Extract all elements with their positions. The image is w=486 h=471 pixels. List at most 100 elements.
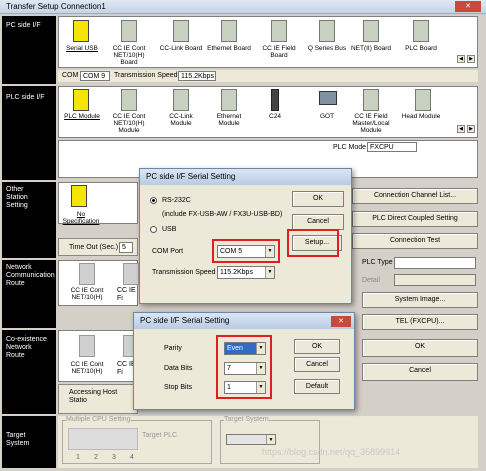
got-icon[interactable] bbox=[319, 91, 337, 105]
com-label: COM bbox=[62, 72, 79, 79]
other-station-label-panel: Other Station Setting bbox=[2, 182, 56, 258]
network-route-label: Network Communication Route bbox=[6, 264, 55, 287]
scroll-left-icon[interactable]: ◀ bbox=[457, 125, 465, 133]
cc-ie-cont-coexist-icon[interactable] bbox=[79, 335, 95, 357]
cpu-4[interactable]: 4 bbox=[130, 454, 134, 462]
pc-item-plc-board[interactable]: PLC Board bbox=[399, 45, 443, 52]
stop-bits-label: Stop Bits bbox=[164, 384, 193, 391]
c24-icon[interactable] bbox=[271, 89, 279, 111]
pc-item-cc-ie-field[interactable]: CC IE Field Board bbox=[257, 45, 301, 59]
accessing-host-text: Accessing Host Statio bbox=[69, 389, 118, 404]
plc-item-plc-module[interactable]: PLC Module bbox=[60, 113, 104, 120]
pc-item-cc-ie-cont[interactable]: CC IE Cont NET/10(H) Board bbox=[107, 45, 151, 66]
multiple-cpu-label: Multiple CPU Setting bbox=[66, 416, 131, 424]
cc-ie-field-module-icon[interactable] bbox=[363, 89, 379, 111]
timeout-input[interactable]: 5 bbox=[119, 242, 133, 253]
speed-value: 115.2Kbps bbox=[178, 71, 216, 81]
coexist-route-item-1[interactable]: CC IE Cont NET/10(H) bbox=[65, 361, 109, 375]
dialog2-ok-button[interactable]: OK bbox=[294, 339, 340, 354]
system-image-button[interactable]: System Image... bbox=[362, 292, 478, 308]
cpu-1[interactable]: 1 bbox=[76, 454, 80, 462]
cc-ie-cont-module-icon[interactable] bbox=[121, 89, 137, 111]
timeout-label: Time Out (Sec.) bbox=[69, 244, 119, 251]
plc-side-label: PLC side I/F bbox=[6, 94, 45, 101]
target-system-dropdown[interactable]: ▼ bbox=[226, 434, 276, 445]
dialog2-close-icon[interactable]: ✕ bbox=[331, 316, 351, 327]
ethernet-board-icon[interactable] bbox=[221, 20, 237, 42]
pc-side-label-panel: PC side I/F bbox=[2, 16, 56, 84]
window-title: Transfer Setup Connection1 bbox=[6, 2, 106, 11]
ethernet-module-icon[interactable] bbox=[221, 89, 237, 111]
cpu-selector[interactable] bbox=[68, 428, 138, 450]
usb-radio[interactable] bbox=[150, 226, 157, 233]
cc-link-module-icon[interactable] bbox=[173, 89, 189, 111]
serial-setting-dialog-2: PC side I/F Serial Setting ✕ Parity Even… bbox=[133, 312, 355, 410]
pc-side-panel: Serial USB CC IE Cont NET/10(H) Board CC… bbox=[58, 16, 478, 68]
plc-item-head-module[interactable]: Head Module bbox=[399, 113, 443, 120]
scroll-left-icon[interactable]: ◀ bbox=[457, 55, 465, 63]
speed-dropdown[interactable]: 115.2Kbps ▼ bbox=[217, 266, 275, 279]
network-route-item-1[interactable]: CC IE Cont NET/10(H) bbox=[65, 287, 109, 301]
plc-item-c24[interactable]: C24 bbox=[253, 113, 297, 120]
pc-item-serial-usb[interactable]: Serial USB bbox=[60, 45, 104, 52]
cc-link-board-icon[interactable] bbox=[173, 20, 189, 42]
plc-item-ethernet[interactable]: Ethernet Module bbox=[207, 113, 251, 127]
plc-direct-coupled-button[interactable]: PLC Direct Coupled Setting bbox=[352, 211, 478, 227]
cc-ie-field-board-icon[interactable] bbox=[271, 20, 287, 42]
plc-mode-value: FXCPU bbox=[367, 142, 417, 152]
tel-fxcpu-button[interactable]: TEL (FXCPU)... bbox=[362, 314, 478, 330]
cpu-2[interactable]: 2 bbox=[94, 454, 98, 462]
usb-label: USB bbox=[162, 226, 177, 233]
other-station-label: Other Station Setting bbox=[6, 186, 28, 209]
plc-side-panel: PLC Module CC IE Cont NET/10(H) Module C… bbox=[58, 86, 478, 138]
dialog1-title: PC side I/F Serial Setting bbox=[140, 169, 351, 185]
network-route-panel: CC IE Cont NET/10(H) CC IE Fi bbox=[58, 260, 139, 306]
coexist-route-panel: CC IE Cont NET/10(H) CC IE Fi bbox=[58, 330, 139, 382]
head-module-icon[interactable] bbox=[415, 89, 431, 111]
rs232c-radio[interactable] bbox=[150, 197, 157, 204]
plc-item-cc-ie-cont[interactable]: CC IE Cont NET/10(H) Module bbox=[107, 113, 151, 134]
serial-params-highlight bbox=[216, 335, 272, 399]
dialog2-cancel-button[interactable]: Cancel bbox=[294, 357, 340, 372]
plc-mode-label: PLC Mode bbox=[333, 144, 367, 151]
plc-item-got[interactable]: GOT bbox=[305, 113, 349, 120]
dialog1-ok-button[interactable]: OK bbox=[292, 191, 344, 207]
cpu-3[interactable]: 3 bbox=[112, 454, 116, 462]
no-specification-item[interactable]: No Specification bbox=[59, 211, 103, 225]
accessing-row: Accessing Host Statio bbox=[58, 384, 138, 414]
pc-item-net-ii[interactable]: NET(II) Board bbox=[349, 45, 393, 52]
dialog2-default-button[interactable]: Default bbox=[294, 379, 340, 394]
plc-item-cc-link[interactable]: CC-Link Module bbox=[159, 113, 203, 127]
plc-board-icon[interactable] bbox=[413, 20, 429, 42]
scroll-right-icon[interactable]: ▶ bbox=[467, 125, 475, 133]
main-cancel-button[interactable]: Cancel bbox=[362, 363, 478, 381]
pc-item-cc-link[interactable]: CC-Link Board bbox=[159, 45, 203, 52]
plc-module-icon[interactable] bbox=[73, 89, 89, 111]
cc-ie-field-route-icon[interactable] bbox=[123, 263, 139, 285]
scroll-right-icon[interactable]: ▶ bbox=[467, 55, 475, 63]
serial-usb-icon[interactable] bbox=[73, 20, 89, 42]
network-route-label-panel: Network Communication Route bbox=[2, 260, 56, 328]
pc-item-ethernet[interactable]: Ethernet Board bbox=[207, 45, 251, 52]
target-system-label-panel: Target System bbox=[2, 416, 56, 468]
no-spec-icon[interactable] bbox=[71, 185, 87, 207]
plc-item-cc-ie-field[interactable]: CC IE Field Master/Local Module bbox=[349, 113, 393, 134]
dialog1-cancel-button[interactable]: Cancel bbox=[292, 214, 344, 230]
window-close-button[interactable]: ✕ bbox=[455, 1, 481, 12]
rs232c-label: RS-232C bbox=[162, 197, 191, 204]
net-ii-board-icon[interactable] bbox=[363, 20, 379, 42]
main-ok-button[interactable]: OK bbox=[362, 339, 478, 357]
plc-type-field bbox=[394, 257, 476, 269]
network-route-item-2[interactable]: CC IE Fi bbox=[117, 287, 137, 303]
cc-ie-cont-route-icon[interactable] bbox=[79, 263, 95, 285]
parity-label: Parity bbox=[164, 345, 182, 352]
com-port-label: COM Port bbox=[152, 248, 184, 255]
watermark: https://blog.csdn.net/qq_35899914 bbox=[262, 447, 401, 457]
connection-test-button[interactable]: Connection Test bbox=[352, 233, 478, 249]
pc-item-q-series[interactable]: Q Series Bus bbox=[305, 45, 349, 52]
cc-ie-cont-board-icon[interactable] bbox=[121, 20, 137, 42]
connection-channel-list-button[interactable]: Connection Channel List... bbox=[352, 188, 478, 204]
window-titlebar: Transfer Setup Connection1 ✕ bbox=[0, 0, 486, 14]
dialog1-speed-label: Transmission Speed bbox=[152, 269, 216, 276]
q-series-bus-icon[interactable] bbox=[319, 20, 335, 42]
